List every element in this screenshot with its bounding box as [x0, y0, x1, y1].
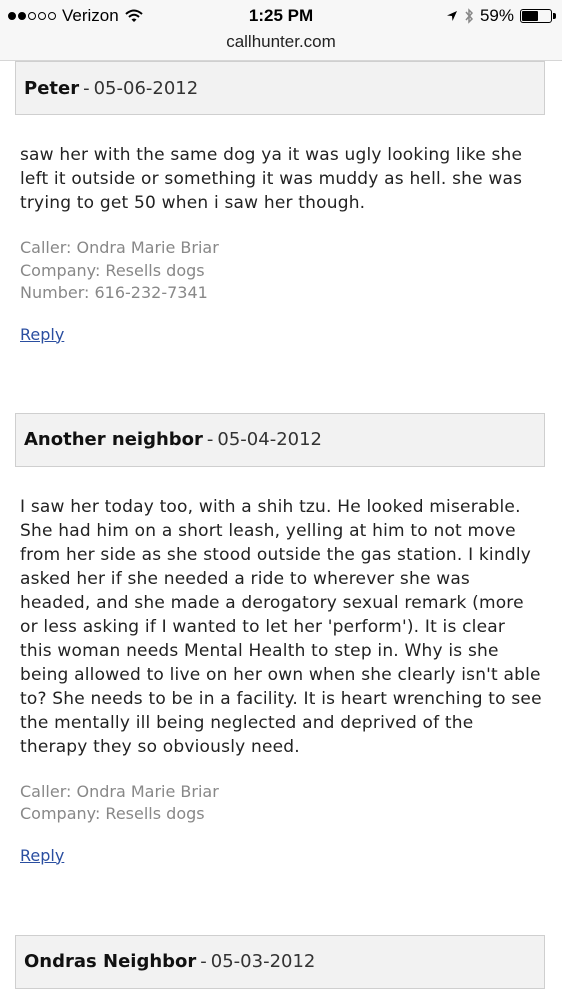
location-arrow-icon	[446, 10, 458, 22]
reply-link[interactable]: Reply	[20, 846, 542, 865]
company-info: Company: Resells dogs	[20, 804, 205, 823]
header-separator: -	[206, 429, 214, 450]
header-separator: -	[200, 951, 207, 972]
comment-meta: Caller: Ondra Marie Briar Company: Resel…	[20, 237, 542, 305]
caller-info: Caller: Ondra Marie Briar	[20, 781, 219, 801]
comment-author: Another neighbor	[24, 429, 203, 450]
number-info: Number: 616-232-7341	[20, 283, 208, 302]
header-separator: -	[83, 77, 90, 99]
comment-header: Ondras Neighbor - 05-03-2012	[15, 934, 545, 989]
url-text: callhunter.com	[226, 32, 336, 51]
comment-author: Peter	[24, 77, 80, 99]
status-icons: 59%	[446, 6, 556, 26]
battery-level-fill	[522, 11, 538, 21]
comment-header: Peter - 05-06-2012	[15, 61, 545, 115]
comment-date: 05-04-2012	[217, 429, 323, 450]
status-bar: Verizon 1:25 PM 59%	[0, 0, 562, 32]
comment-text: I saw her today too, with a shih tzu. He…	[20, 496, 542, 757]
comment-date: 05-06-2012	[93, 77, 199, 99]
comment-author: Ondras Neighbor	[24, 951, 197, 972]
battery-percent: 59%	[479, 6, 514, 25]
comment-header: Another neighbor - 05-04-2012	[15, 412, 545, 467]
comments-list: Peter - 05-06-2012 saw her with the same…	[0, 61, 562, 989]
comment-meta: Caller: Ondra Marie Briar Company: Resel…	[20, 781, 542, 826]
comment-item: Another neighbor - 05-04-2012 I saw her …	[0, 412, 562, 865]
caller-info: Caller: Ondra Marie Briar	[20, 238, 219, 257]
battery-icon	[520, 9, 556, 23]
comment-text: saw her with the same dog ya it was ugly…	[20, 145, 523, 213]
bluetooth-icon	[464, 8, 474, 24]
reply-link[interactable]: Reply	[20, 325, 542, 344]
comment-item: Peter - 05-06-2012 saw her with the same…	[0, 61, 562, 344]
comment-item: Ondras Neighbor - 05-03-2012	[0, 934, 562, 989]
address-bar[interactable]: callhunter.com	[0, 32, 562, 61]
comment-date: 05-03-2012	[210, 951, 316, 972]
company-info: Company: Resells dogs	[20, 260, 205, 280]
